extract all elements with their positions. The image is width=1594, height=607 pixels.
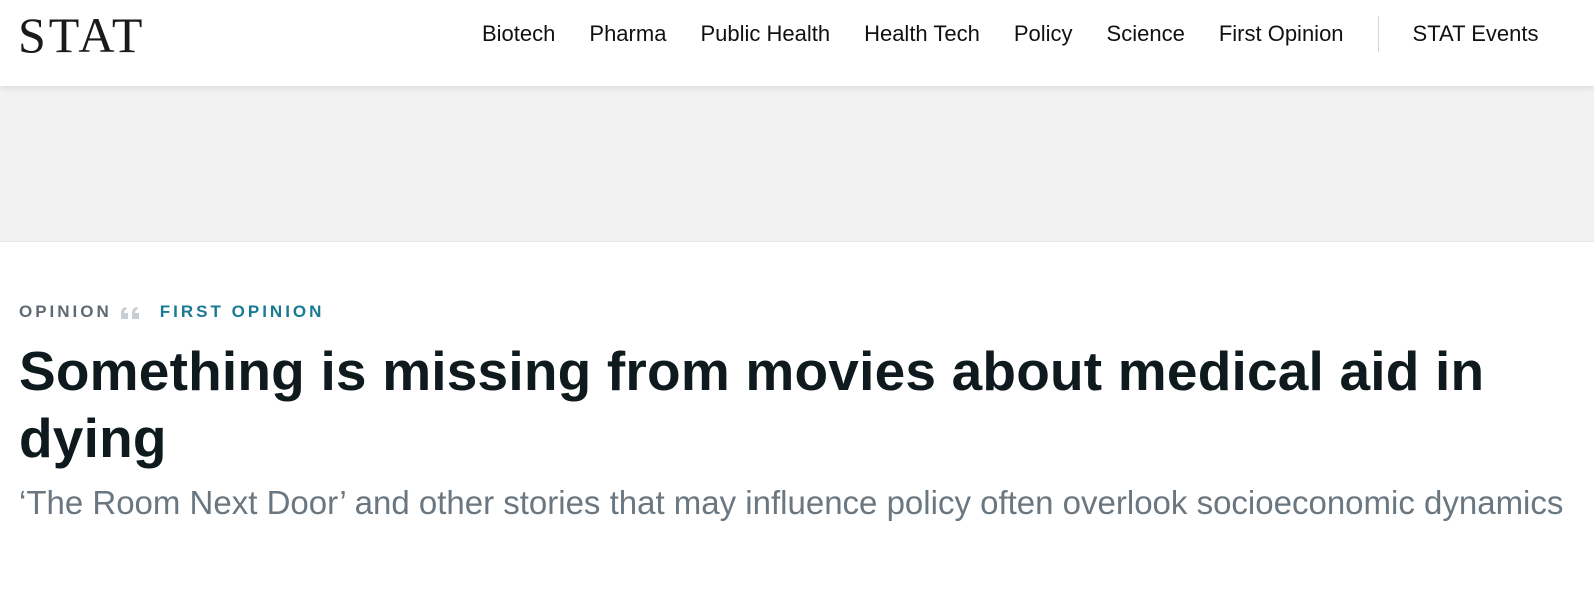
nav-item-health-tech[interactable]: Health Tech (864, 21, 980, 47)
stat-logo[interactable]: STAT (18, 6, 145, 64)
nav-item-public-health[interactable]: Public Health (700, 21, 830, 47)
article-header: OPINION FIRST OPINION Something is missi… (19, 296, 1579, 528)
site-header: STAT Biotech Pharma Public Health Health… (0, 0, 1594, 86)
nav-divider (1377, 16, 1379, 52)
nav-item-pharma[interactable]: Pharma (589, 21, 666, 47)
article-kicker: OPINION FIRST OPINION (19, 296, 1579, 328)
nav-item-first-opinion[interactable]: First Opinion (1219, 21, 1344, 47)
article-headline: Something is missing from movies about m… (19, 340, 1485, 469)
section-link-first-opinion[interactable]: FIRST OPINION (160, 302, 325, 322)
main-nav: Biotech Pharma Public Health Health Tech… (482, 0, 1538, 68)
category-label: OPINION (19, 302, 112, 321)
ad-placeholder (0, 86, 1594, 242)
nav-item-science[interactable]: Science (1107, 21, 1185, 47)
nav-item-policy[interactable]: Policy (1014, 21, 1073, 47)
quote-icon (120, 305, 142, 319)
nav-item-biotech[interactable]: Biotech (482, 21, 555, 47)
article-dek: ‘The Room Next Door’ and other stories t… (19, 484, 1564, 521)
nav-item-stat-events[interactable]: STAT Events (1413, 21, 1539, 47)
